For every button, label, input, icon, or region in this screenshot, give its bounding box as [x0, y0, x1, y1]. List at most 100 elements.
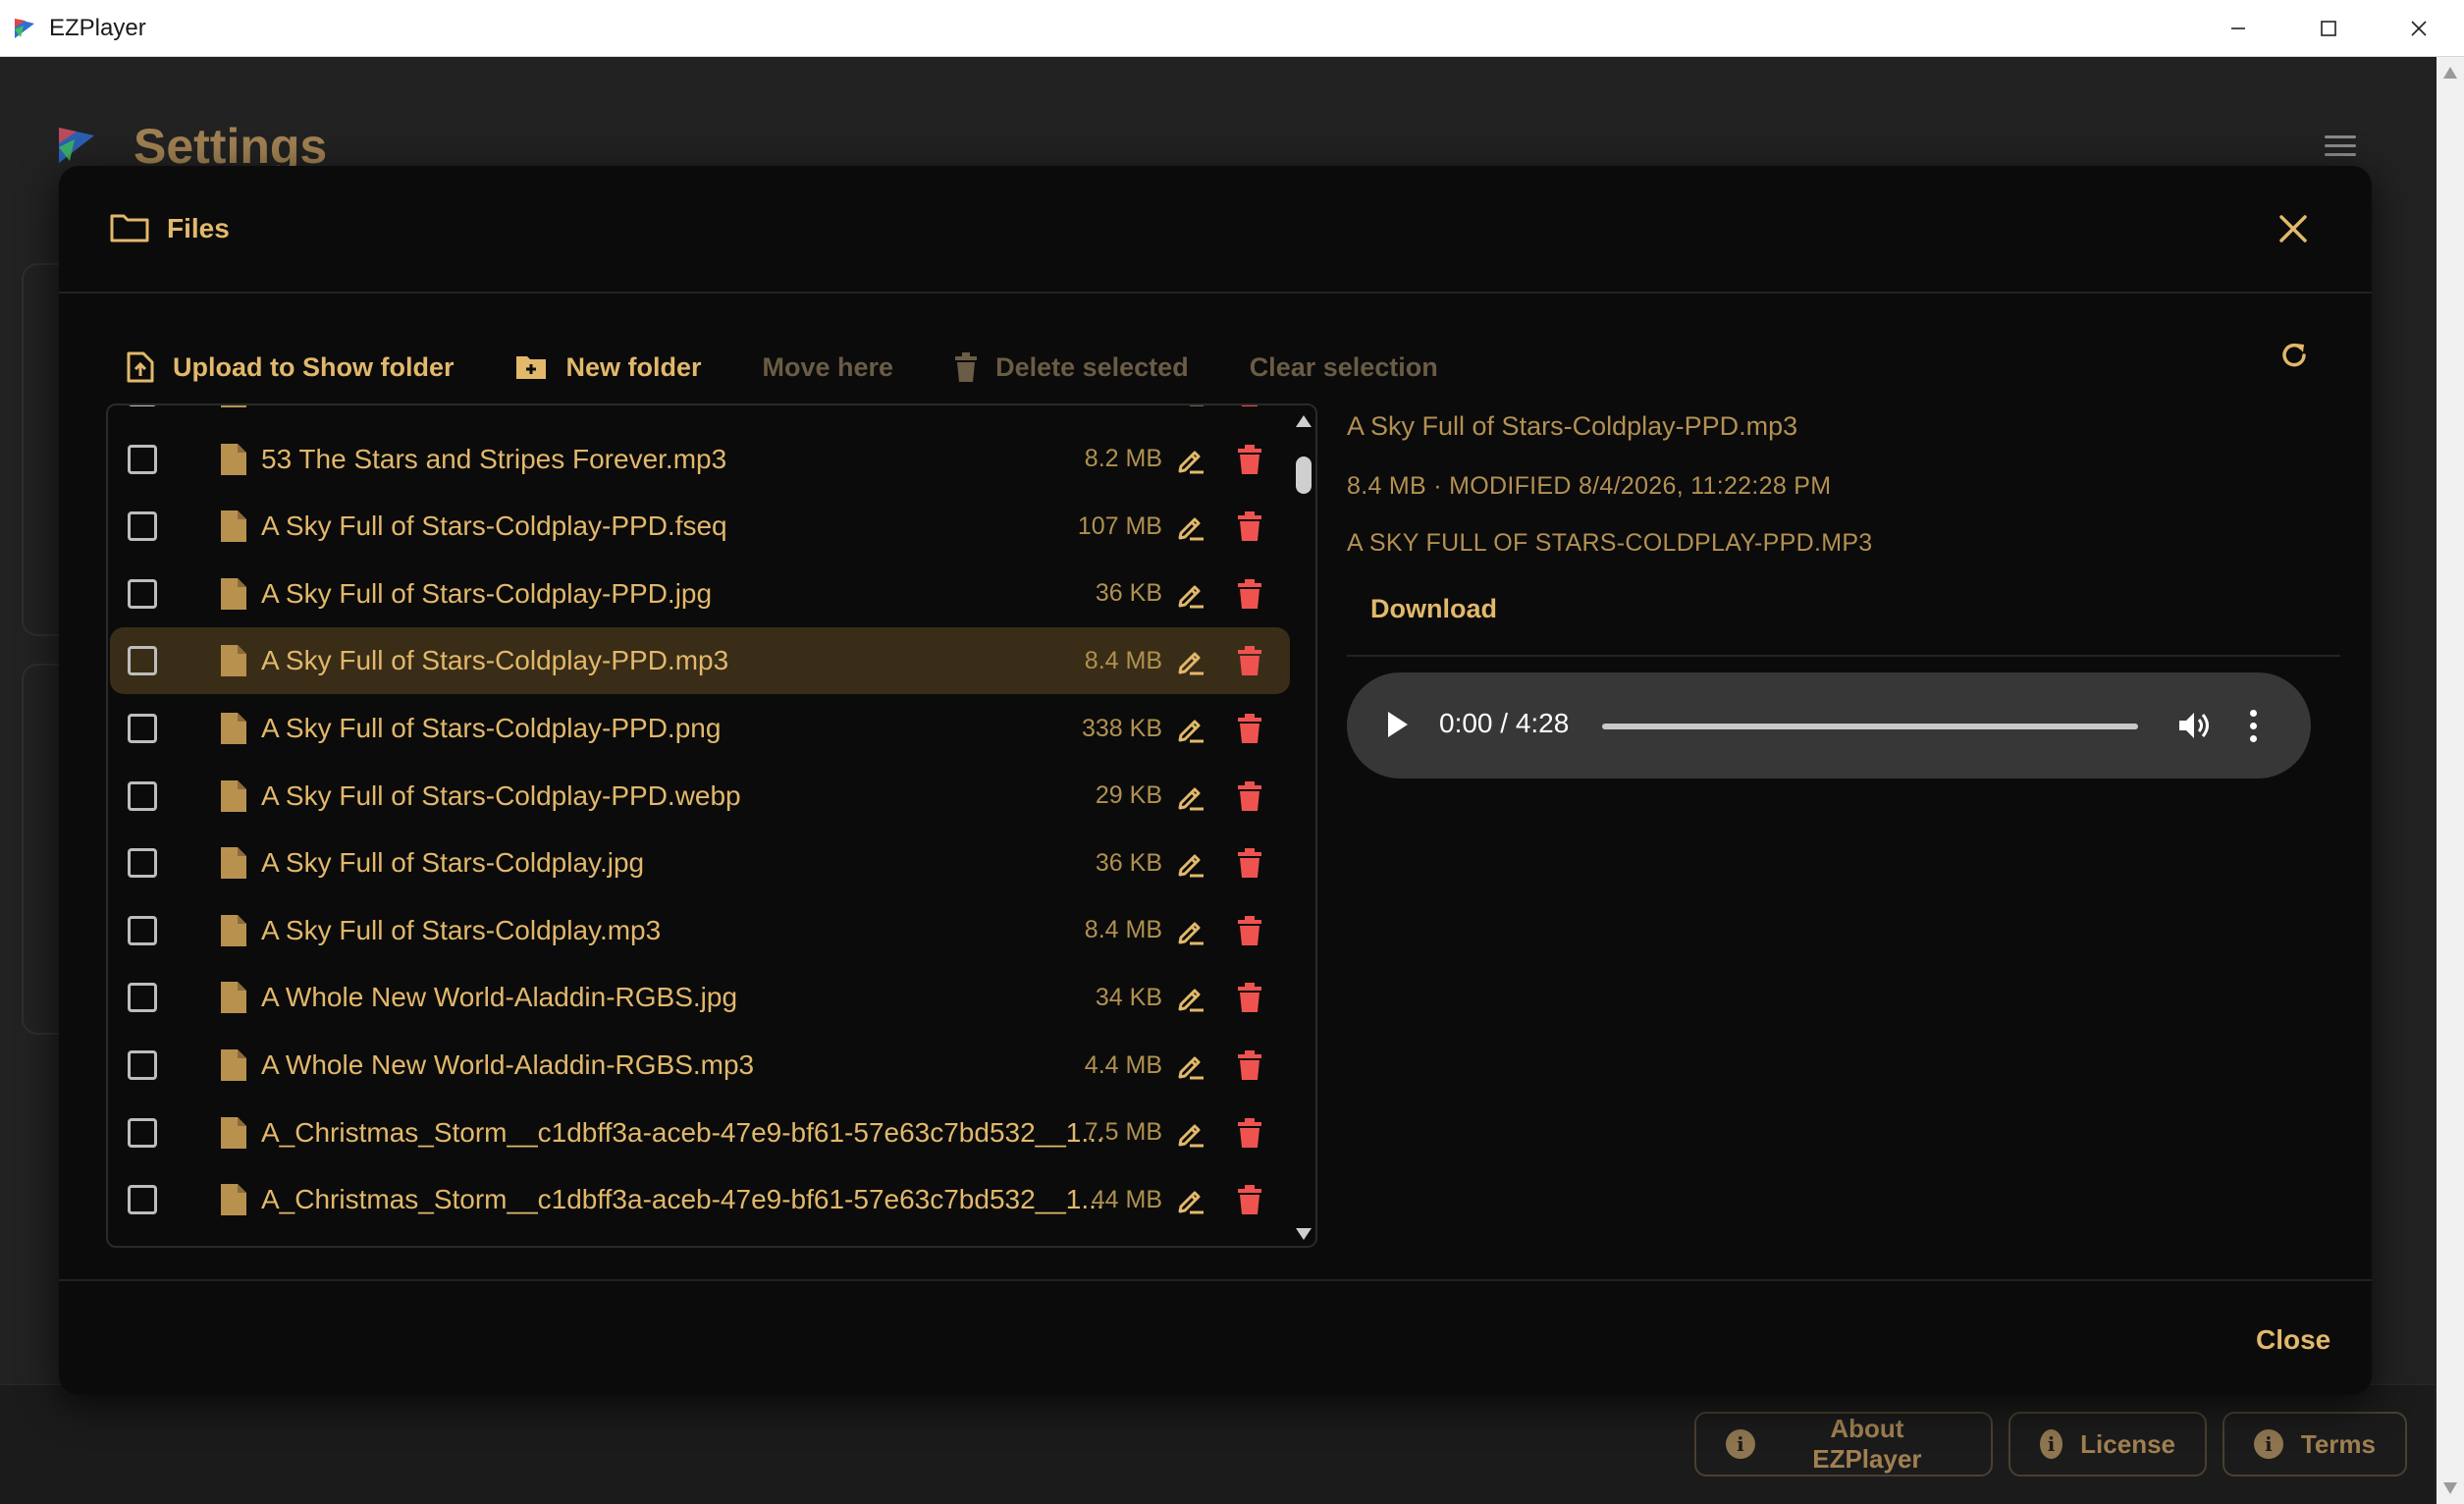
delete-trash-icon[interactable]	[1237, 511, 1262, 542]
file-row[interactable]: A Sky Full of Stars-Coldplay-PPD.png 338 …	[108, 695, 1286, 762]
rename-pencil-icon[interactable]	[1176, 916, 1205, 945]
file-row[interactable]: 53 The Stars and Stripes Forever.mp3 8.2 …	[108, 426, 1286, 493]
file-name[interactable]: A Sky Full of Stars-Coldplay-PPD.webp	[261, 780, 741, 812]
window-scrollbar[interactable]	[2437, 57, 2464, 1504]
file-list[interactable]: 53 The Stars and Stripes Forever.mp3 8.2 …	[106, 403, 1317, 1248]
delete-trash-icon[interactable]	[1237, 983, 1262, 1013]
delete-trash-icon[interactable]	[1237, 1185, 1262, 1215]
file-name[interactable]: A Whole New World-Aladdin-RGBS.jpg	[261, 982, 737, 1013]
clear-selection-button[interactable]: Clear selection	[1250, 352, 1438, 383]
delete-selected-button[interactable]: Delete selected	[954, 352, 1189, 383]
window-close-button[interactable]	[2374, 0, 2464, 57]
file-row[interactable]: A Whole New World-Aladdin-RGBS.mp3 4.4 MB	[108, 1032, 1286, 1099]
close-button[interactable]: Close	[2256, 1324, 2330, 1356]
delete-trash-icon[interactable]	[1237, 848, 1262, 879]
row-checkbox[interactable]	[128, 714, 157, 743]
file-list-scrollbar[interactable]	[1290, 405, 1315, 1246]
row-checkbox[interactable]	[128, 848, 157, 879]
file-name[interactable]: A_Christmas_Storm__c1dbff3a-aceb-47e9-bf…	[261, 1184, 1104, 1215]
file-name[interactable]: A Sky Full of Stars-Coldplay-PPD.mp3	[261, 645, 728, 676]
more-options-icon[interactable]	[2250, 710, 2258, 743]
file-name[interactable]: A Sky Full of Stars-Coldplay-PPD.jpg	[261, 578, 712, 610]
refresh-icon[interactable]	[2277, 339, 2311, 372]
rename-pencil-icon[interactable]	[1176, 1185, 1205, 1214]
rename-pencil-icon[interactable]	[1176, 781, 1205, 811]
delete-trash-icon[interactable]	[1237, 578, 1262, 609]
row-checkbox[interactable]	[128, 915, 157, 945]
rename-pencil-icon[interactable]	[1176, 1118, 1205, 1148]
scroll-down-icon[interactable]	[2443, 1482, 2457, 1494]
row-checkbox[interactable]	[128, 983, 157, 1013]
preview-divider	[1347, 655, 2340, 657]
move-here-button[interactable]: Move here	[763, 352, 894, 383]
rename-pencil-icon[interactable]	[1176, 646, 1205, 675]
file-name[interactable]: A Sky Full of Stars-Coldplay-PPD.png	[261, 713, 721, 744]
rename-pencil-icon[interactable]	[1176, 983, 1205, 1012]
file-row[interactable]: A_Christmas_Storm__c1dbff3a-aceb-47e9-bf…	[108, 1100, 1286, 1166]
file-row[interactable]: A_Christmas_Storm__c1dbff3a-aceb-47e9-bf…	[108, 1166, 1286, 1233]
dialog-close-icon[interactable]	[2274, 209, 2313, 248]
close-icon	[2411, 21, 2427, 36]
file-size: 8.4 MB	[1084, 646, 1162, 674]
rename-pencil-icon[interactable]	[1176, 714, 1205, 743]
delete-trash-icon[interactable]	[1237, 646, 1262, 676]
row-checkbox[interactable]	[128, 1185, 157, 1215]
delete-trash-icon[interactable]	[1237, 780, 1262, 811]
delete-trash-icon[interactable]	[1237, 405, 1262, 406]
file-name[interactable]: 53 The Stars and Stripes Forever.mp3	[261, 444, 726, 475]
scroll-thumb[interactable]	[1296, 457, 1312, 494]
file-row[interactable]: A Sky Full of Stars-Coldplay.mp3 8.4 MB	[108, 897, 1286, 964]
hamburger-menu-icon[interactable]	[2325, 135, 2356, 159]
player-progress-slider[interactable]	[1602, 724, 2138, 729]
row-checkbox[interactable]	[128, 1117, 157, 1148]
scroll-up-icon[interactable]	[2443, 67, 2457, 79]
info-icon: i	[2040, 1429, 2063, 1459]
delete-trash-icon[interactable]	[1237, 444, 1262, 474]
rename-pencil-icon[interactable]	[1176, 405, 1205, 406]
row-checkbox[interactable]	[128, 780, 157, 811]
file-name[interactable]: A Sky Full of Stars-Coldplay.mp3	[261, 915, 661, 946]
rename-pencil-icon[interactable]	[1176, 848, 1205, 878]
file-name[interactable]: A Sky Full of Stars-Coldplay.jpg	[261, 847, 644, 879]
upload-to-show-folder-button[interactable]: Upload to Show folder	[126, 350, 454, 384]
file-row[interactable]: A Sky Full of Stars-Coldplay-PPD.jpg 36 K…	[108, 561, 1286, 627]
row-checkbox[interactable]	[128, 405, 157, 406]
file-row[interactable]	[108, 405, 1286, 425]
file-name[interactable]: A_Christmas_Storm__c1dbff3a-aceb-47e9-bf…	[261, 1117, 1104, 1149]
row-checkbox[interactable]	[128, 646, 157, 676]
maximize-button[interactable]	[2283, 0, 2374, 57]
row-checkbox[interactable]	[128, 444, 157, 474]
row-checkbox[interactable]	[128, 578, 157, 609]
file-row[interactable]: A Whole New World-Aladdin-RGBS.jpg 34 KB	[108, 964, 1286, 1031]
rename-pencil-icon[interactable]	[1176, 1050, 1205, 1080]
delete-trash-icon[interactable]	[1237, 1117, 1262, 1148]
file-row[interactable]: A Sky Full of Stars-Coldplay-PPD.mp3 8.4 …	[108, 627, 1290, 695]
rename-pencil-icon[interactable]	[1176, 579, 1205, 609]
download-link[interactable]: Download	[1370, 594, 1497, 624]
row-checkbox[interactable]	[128, 511, 157, 542]
rename-pencil-icon[interactable]	[1176, 445, 1205, 474]
file-size: 36 KB	[1095, 579, 1162, 608]
row-checkbox[interactable]	[128, 1050, 157, 1080]
minimize-button[interactable]	[2193, 0, 2283, 57]
scroll-up-icon[interactable]	[1296, 415, 1312, 427]
new-folder-button[interactable]: New folder	[514, 352, 702, 383]
file-row[interactable]: A Sky Full of Stars-Coldplay-PPD.fseq 107…	[108, 493, 1286, 560]
files-dialog: Files Upload to Show folder New folder M…	[59, 166, 2372, 1395]
delete-trash-icon[interactable]	[1237, 714, 1262, 743]
upload-file-icon	[127, 351, 154, 383]
rename-pencil-icon[interactable]	[1176, 511, 1205, 541]
delete-trash-icon[interactable]	[1237, 1050, 1262, 1080]
volume-icon[interactable]	[2177, 710, 2213, 741]
terms-button[interactable]: i Terms	[2223, 1412, 2407, 1477]
delete-trash-icon[interactable]	[1237, 915, 1262, 945]
upload-label: Upload to Show folder	[173, 351, 455, 382]
file-name[interactable]: A Whole New World-Aladdin-RGBS.mp3	[261, 1049, 754, 1081]
file-row[interactable]: A Sky Full of Stars-Coldplay.jpg 36 KB	[108, 830, 1286, 896]
scroll-down-icon[interactable]	[1296, 1228, 1312, 1240]
file-name[interactable]: A Sky Full of Stars-Coldplay-PPD.fseq	[261, 510, 727, 542]
file-row[interactable]: A Sky Full of Stars-Coldplay-PPD.webp 29 …	[108, 763, 1286, 830]
play-icon[interactable]	[1388, 712, 1408, 737]
license-button[interactable]: i License	[2009, 1412, 2207, 1477]
about-ezplayer-button[interactable]: i About EZPlayer	[1694, 1412, 1993, 1477]
